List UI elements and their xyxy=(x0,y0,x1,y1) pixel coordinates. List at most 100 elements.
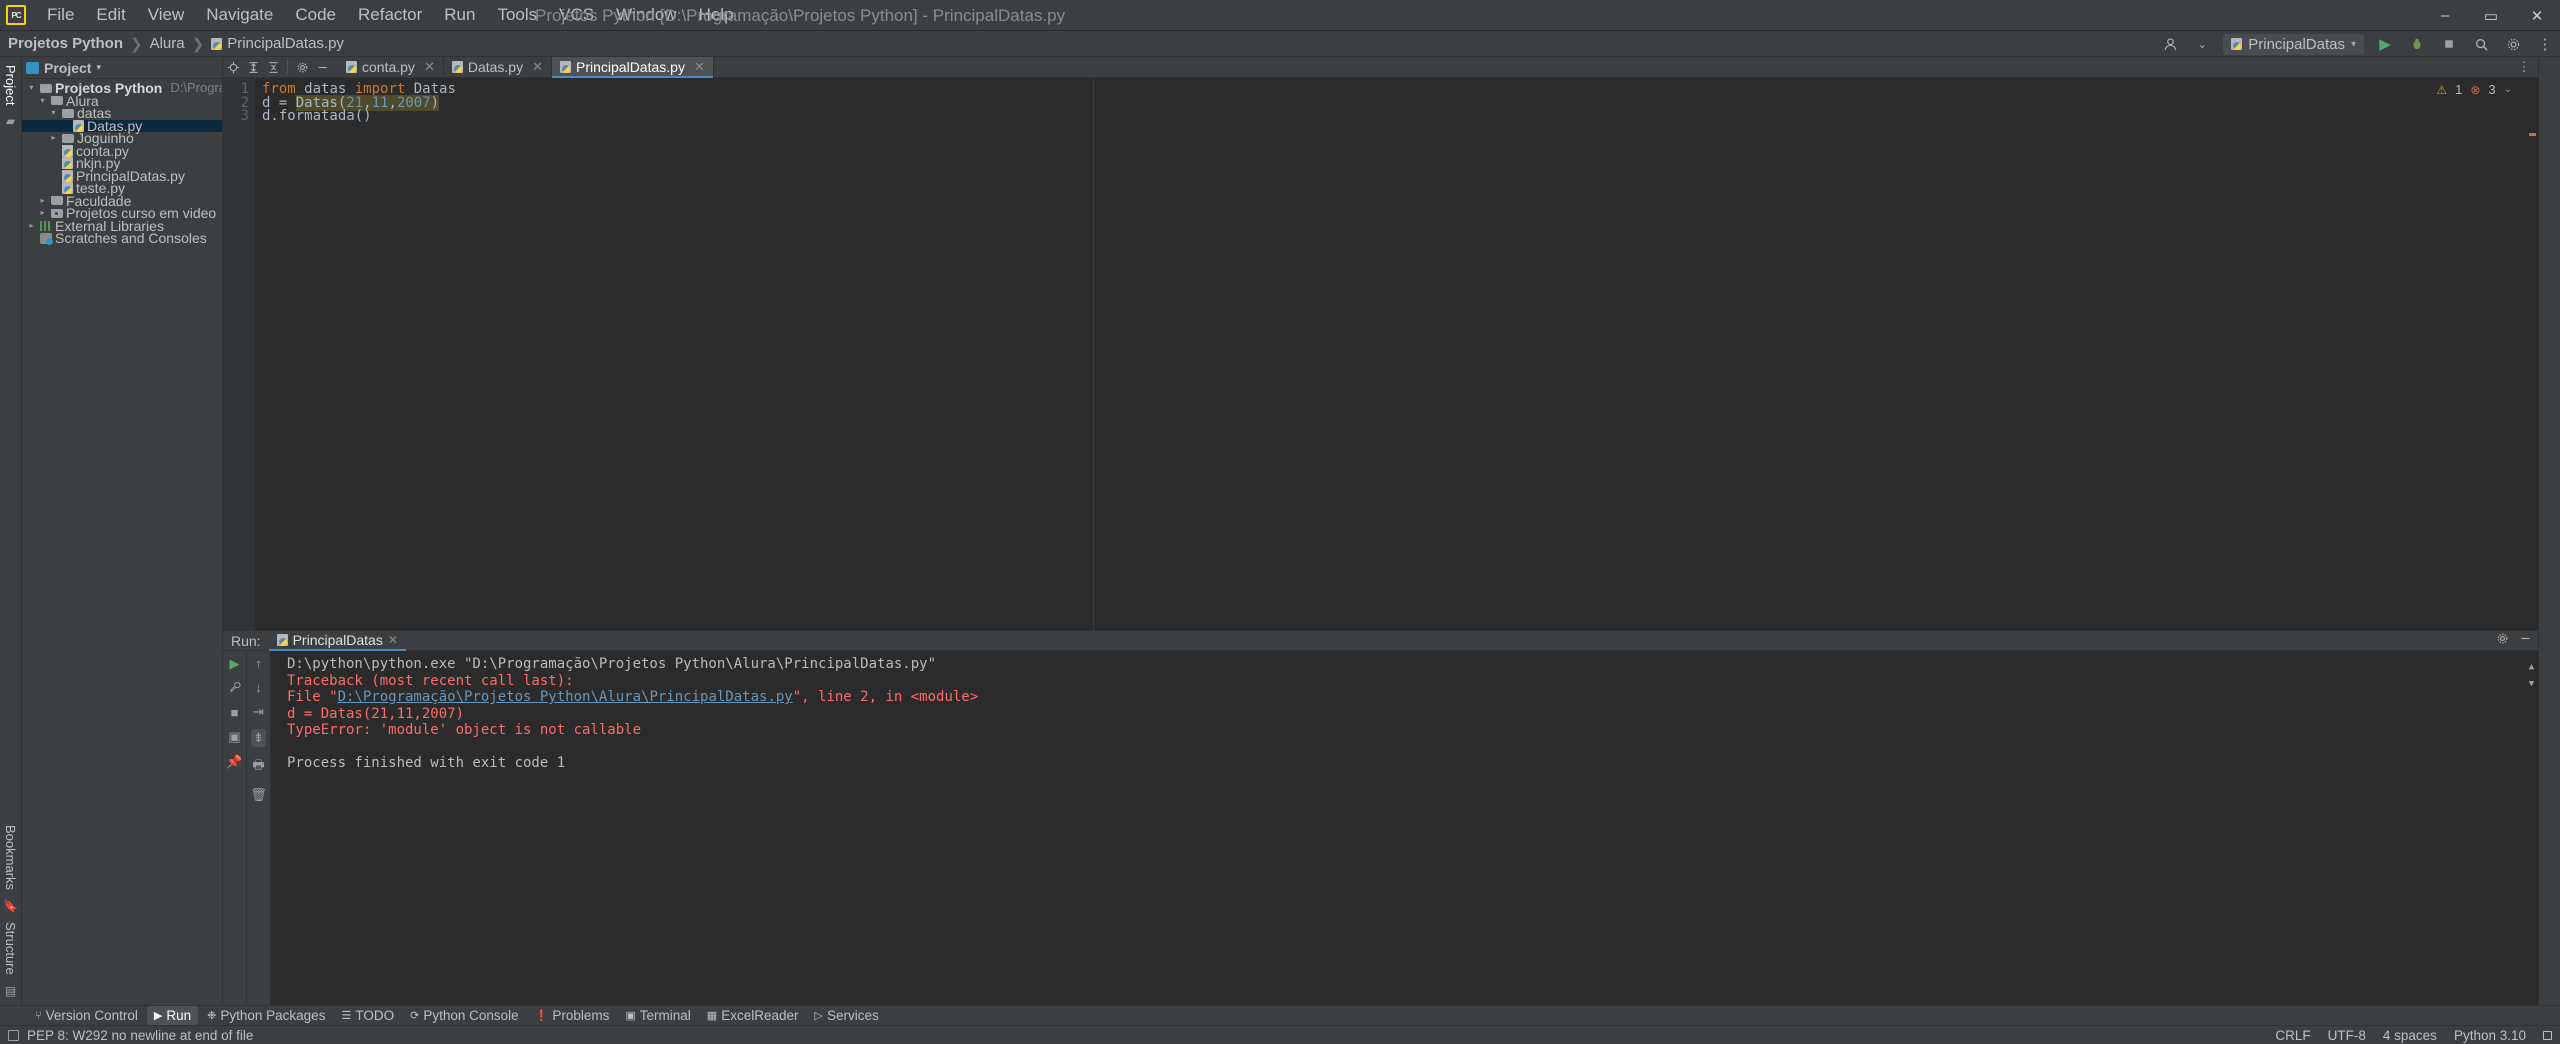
breadcrumb-alura[interactable]: Alura xyxy=(146,35,189,52)
interpreter-indicator[interactable]: Python 3.10 xyxy=(2454,1028,2526,1043)
account-icon[interactable] xyxy=(2159,33,2181,55)
rerun-icon[interactable]: ▶ xyxy=(230,656,240,672)
structure-icon[interactable]: ▤ xyxy=(5,981,16,1001)
run-configuration-selector[interactable]: PrincipalDatas ▾ xyxy=(2223,33,2364,55)
code-text-area[interactable]: from datas import Datas d = Datas(21,11,2… xyxy=(255,78,2538,630)
layout-icon[interactable]: ▣ xyxy=(228,729,240,745)
editor-tab[interactable]: Datas.py ✕ xyxy=(444,56,552,78)
error-stripe-marker[interactable] xyxy=(2529,133,2536,136)
tool-window-button-terminal[interactable]: ▣ Terminal xyxy=(618,1006,697,1025)
menu-run[interactable]: Run xyxy=(433,2,486,28)
minimize-button[interactable]: – xyxy=(2422,0,2468,31)
more-options-icon[interactable]: ⋮ xyxy=(2534,33,2556,55)
chevron-right-icon[interactable] xyxy=(26,220,37,233)
breadcrumb-file[interactable]: PrincipalDatas.py xyxy=(207,35,348,52)
console-icon: ⟳ xyxy=(410,1010,420,1022)
up-arrow-icon[interactable]: ↑ xyxy=(255,656,262,671)
sidebar-tab-structure[interactable]: Structure xyxy=(3,918,18,979)
settings-gear-icon[interactable] xyxy=(2502,33,2524,55)
settings-gear-icon[interactable] xyxy=(292,57,312,77)
print-icon[interactable]: 🖶 xyxy=(252,756,264,778)
console-scroll-indicator[interactable]: ▲ ▼ xyxy=(2527,659,2536,692)
console-output[interactable]: ▲ ▼ D:\python\python.exe "D:\Programação\… xyxy=(271,651,2538,1005)
inspection-widget[interactable]: ⚠ 1 ⊗ 3 ⌄ xyxy=(2436,82,2512,97)
bookmark-icon[interactable]: 🔖 xyxy=(3,896,18,916)
hide-panel-icon[interactable] xyxy=(312,57,332,77)
python-file-icon xyxy=(62,169,73,182)
menu-edit[interactable]: Edit xyxy=(85,2,136,28)
run-panel-settings-icon[interactable] xyxy=(2496,632,2509,650)
menu-file[interactable]: File xyxy=(36,2,85,28)
inspection-chevron-down-icon[interactable]: ⌄ xyxy=(2504,84,2512,95)
menu-navigate[interactable]: Navigate xyxy=(195,2,284,28)
folder-icon xyxy=(62,108,74,118)
tool-window-button-services[interactable]: ▷ Services xyxy=(807,1006,885,1025)
editor-more-icon[interactable]: ⋮ xyxy=(2514,57,2534,77)
tab-close-icon[interactable]: ✕ xyxy=(694,59,705,75)
account-chevron-down-icon[interactable]: ⌄ xyxy=(2191,33,2213,55)
console-text: ", line 2, in <module> xyxy=(792,689,979,705)
scroll-to-end-icon[interactable]: ⇟ xyxy=(251,729,266,747)
chevron-down-icon[interactable] xyxy=(48,107,59,120)
sidebar-tab-bookmarks[interactable]: Bookmarks xyxy=(3,821,18,894)
tool-window-button-python-packages[interactable]: ❉ Python Packages xyxy=(200,1006,332,1025)
search-icon[interactable] xyxy=(2470,33,2492,55)
down-arrow-icon[interactable]: ↓ xyxy=(255,680,262,695)
tool-window-button-python-console[interactable]: ⟳ Python Console xyxy=(403,1006,526,1025)
run-tab-close-icon[interactable]: ✕ xyxy=(388,633,398,647)
tool-window-button-todo[interactable]: ☰ TODO xyxy=(334,1006,401,1025)
tab-close-icon[interactable]: ✕ xyxy=(532,59,543,75)
console-file-link[interactable]: D:\Programação\Projetos Python\Alura\Pri… xyxy=(338,689,793,705)
tool-window-button-run[interactable]: ▶ Run xyxy=(146,1006,199,1025)
run-tab-principaldatas[interactable]: PrincipalDatas ✕ xyxy=(268,630,407,651)
tree-node[interactable]: conta.py xyxy=(22,144,222,157)
menu-code[interactable]: Code xyxy=(284,2,347,28)
collapse-all-icon[interactable] xyxy=(263,57,283,77)
run-panel-hide-icon[interactable] xyxy=(2519,632,2532,650)
tab-close-icon[interactable]: ✕ xyxy=(424,59,435,75)
sidebar-tab-project[interactable]: Project xyxy=(3,61,18,109)
menu-refactor[interactable]: Refactor xyxy=(347,2,433,28)
tool-window-button-problems[interactable]: ❗ Problems xyxy=(528,1006,617,1025)
project-tree[interactable]: Projetos PythonD:\Programação\Projetos P… xyxy=(22,79,222,1005)
folder-icon[interactable]: ▰ xyxy=(6,111,15,131)
chevron-right-icon[interactable] xyxy=(37,207,48,220)
tree-node[interactable]: Alura xyxy=(22,94,222,108)
breadcrumb-separator-1: ❯ xyxy=(130,35,143,53)
run-button[interactable]: ▶ xyxy=(2374,33,2396,55)
editor-tab[interactable]: PrincipalDatas.py ✕ xyxy=(552,56,714,78)
breadcrumb-project[interactable]: Projetos Python xyxy=(0,35,127,52)
encoding-indicator[interactable]: UTF-8 xyxy=(2328,1028,2366,1043)
stop-icon[interactable] xyxy=(2438,33,2460,55)
tool-window-button-label: ExcelReader xyxy=(721,1008,799,1023)
chevron-down-icon[interactable] xyxy=(37,95,48,108)
code-editor[interactable]: 123 from datas import Datas d = Datas(21,… xyxy=(223,78,2538,630)
soft-wrap-icon[interactable]: ⇥ xyxy=(253,704,264,720)
run-config-label: PrincipalDatas xyxy=(2248,35,2345,53)
chevron-right-icon[interactable] xyxy=(48,132,59,145)
project-panel-chevron-down-icon[interactable]: ▾ xyxy=(96,62,101,73)
tool-window-button-excelreader[interactable]: ▦ ExcelReader xyxy=(700,1006,806,1025)
console-text: d = Datas(21,11,2007) xyxy=(287,705,465,722)
menu-view[interactable]: View xyxy=(137,2,196,28)
chevron-down-icon[interactable] xyxy=(26,82,37,95)
excel-icon: ▦ xyxy=(706,1010,718,1022)
indent-indicator[interactable]: 4 spaces xyxy=(2383,1028,2437,1043)
locate-file-icon[interactable] xyxy=(223,57,243,77)
tree-node[interactable]: Projetos PythonD:\Programação\Projetos P… xyxy=(22,81,222,95)
line-separator-indicator[interactable]: CRLF xyxy=(2275,1028,2310,1043)
expand-all-icon[interactable] xyxy=(243,57,263,77)
close-button[interactable]: ✕ xyxy=(2514,0,2560,31)
pin-icon[interactable]: 📌 xyxy=(226,754,242,770)
lock-icon[interactable] xyxy=(2543,1030,2552,1040)
tool-window-button-version-control[interactable]: ⑂ Version Control xyxy=(28,1006,145,1025)
editor-tab[interactable]: conta.py ✕ xyxy=(338,56,444,78)
clear-all-trash-icon[interactable]: 🗑 xyxy=(250,787,267,803)
tree-node[interactable]: Scratches and Consoles xyxy=(22,231,222,245)
stop-icon[interactable]: ■ xyxy=(231,705,239,720)
debug-icon[interactable] xyxy=(2406,33,2428,55)
wrench-icon[interactable] xyxy=(229,681,241,696)
maximize-button[interactable]: ▭ xyxy=(2468,0,2514,31)
chevron-right-icon[interactable] xyxy=(37,195,48,208)
left-strip-bottom: Bookmarks 🔖 Structure ▤ xyxy=(3,821,18,1001)
